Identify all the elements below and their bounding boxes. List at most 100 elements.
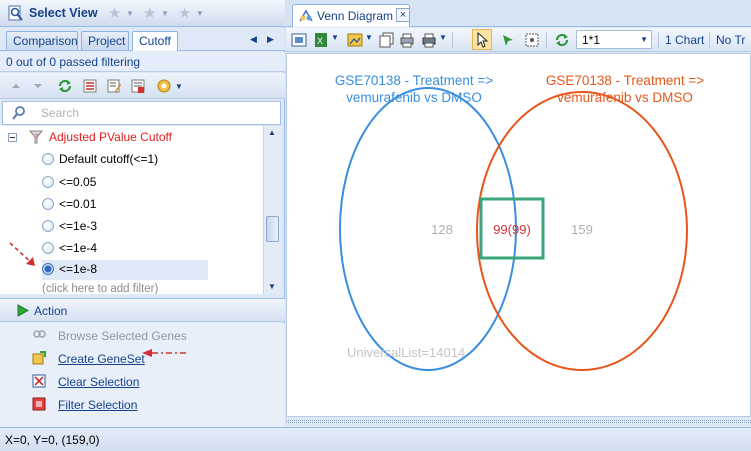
action-section-header[interactable]: Action bbox=[0, 298, 285, 322]
cutoff-option-1e-4[interactable]: <=1e-4 bbox=[42, 239, 208, 259]
left-set-title-line1: GSE70138 - Treatment => bbox=[335, 73, 493, 88]
cutoff-option-0.01[interactable]: <=0.01 bbox=[42, 195, 208, 215]
layout-select-value: 1*1 bbox=[582, 33, 601, 47]
play-icon bbox=[17, 304, 29, 317]
refresh-icon[interactable] bbox=[57, 78, 73, 94]
radio-button[interactable] bbox=[42, 176, 54, 188]
clear-selection-icon bbox=[32, 374, 46, 388]
search-input[interactable]: Search bbox=[41, 106, 79, 120]
left-set-circle[interactable] bbox=[339, 87, 517, 371]
move-up-icon[interactable] bbox=[8, 78, 24, 94]
right-set-title-line2: vemurafenib vs DMSO bbox=[557, 90, 693, 105]
cutoff-option-default[interactable]: Default cutoff(<=1) bbox=[42, 150, 208, 170]
tree-node-title[interactable]: Adjusted PValue Cutoff bbox=[49, 130, 172, 144]
pointer-icon[interactable] bbox=[474, 32, 490, 48]
export-image-icon[interactable] bbox=[347, 32, 363, 48]
star-icon[interactable]: ★ bbox=[108, 4, 121, 22]
collapse-icon[interactable] bbox=[8, 133, 17, 142]
chevron-down-icon[interactable]: ▼ bbox=[175, 82, 183, 91]
radio-button[interactable] bbox=[42, 153, 54, 165]
scroll-up-icon[interactable]: ▲ bbox=[268, 128, 276, 137]
venn-diagram[interactable]: GSE70138 - Treatment => vemurafenib vs D… bbox=[287, 54, 750, 416]
scroll-down-icon[interactable]: ▼ bbox=[268, 282, 276, 291]
filter-list-icon[interactable] bbox=[82, 78, 98, 94]
intersection-count[interactable]: 99(99) bbox=[493, 222, 531, 237]
zoom-region-icon[interactable] bbox=[524, 32, 540, 48]
status-bar: X=0, Y=0, (159,0) bbox=[0, 427, 751, 451]
left-toolbar: ▼ bbox=[0, 73, 285, 99]
select-tool-icon[interactable] bbox=[500, 32, 516, 48]
radio-button[interactable] bbox=[42, 198, 54, 210]
tab-scroll-right-icon[interactable]: ▶ bbox=[267, 34, 274, 45]
cutoff-option-1e-8[interactable]: <=1e-8 bbox=[42, 260, 208, 280]
canvas-splitter[interactable] bbox=[286, 417, 751, 427]
close-icon[interactable]: × bbox=[396, 8, 410, 22]
toolbar-separator bbox=[709, 32, 710, 48]
right-only-count[interactable]: 159 bbox=[571, 222, 593, 237]
chevron-down-icon[interactable]: ▼ bbox=[331, 33, 339, 42]
radio-button-selected[interactable] bbox=[42, 263, 54, 275]
action-section-title: Action bbox=[34, 304, 68, 318]
chart-count-button[interactable]: 1 Chart bbox=[665, 33, 704, 47]
annotation-arrow-icon bbox=[9, 242, 35, 266]
star-icon[interactable]: ★ bbox=[143, 4, 156, 22]
refresh-icon[interactable] bbox=[554, 32, 570, 48]
radio-button[interactable] bbox=[42, 242, 54, 254]
select-view-icon[interactable] bbox=[8, 5, 24, 22]
radio-button[interactable] bbox=[42, 220, 54, 232]
left-tab-strip: Comparison Project Cutoff ◀ ▶ bbox=[0, 28, 285, 51]
left-only-count[interactable]: 128 bbox=[431, 222, 453, 237]
print-icon[interactable] bbox=[421, 32, 437, 48]
layout-select[interactable]: 1*1 ▼ bbox=[576, 30, 652, 49]
add-filter-link[interactable]: (click here to add filter) bbox=[42, 283, 158, 294]
chevron-down-icon[interactable]: ▼ bbox=[365, 33, 373, 42]
cutoff-option-1e-3[interactable]: <=1e-3 bbox=[42, 217, 208, 237]
cutoff-tree: T Adjusted PValue Cutoff Default cutoff(… bbox=[0, 126, 263, 294]
delete-list-icon[interactable] bbox=[130, 78, 146, 94]
tab-comparison[interactable]: Comparison bbox=[6, 31, 78, 50]
svg-text:X: X bbox=[317, 36, 323, 46]
edit-list-icon[interactable] bbox=[106, 78, 122, 94]
create-geneset-link[interactable]: Create GeneSet bbox=[58, 352, 145, 366]
tab-project[interactable]: Project bbox=[81, 31, 129, 50]
create-geneset-icon bbox=[32, 351, 46, 365]
truncated-toolbar-button[interactable]: No Tr bbox=[716, 33, 745, 47]
select-view-bar: Select View ★ ▼ ★ ▼ ★ ▼ bbox=[0, 0, 285, 27]
copy-icon[interactable] bbox=[379, 32, 395, 48]
browse-genes-icon bbox=[33, 330, 46, 338]
scrollbar-thumb[interactable] bbox=[266, 216, 279, 242]
chevron-down-icon[interactable]: ▼ bbox=[161, 9, 169, 18]
clear-selection-link[interactable]: Clear Selection bbox=[58, 375, 139, 389]
print-preview-icon[interactable] bbox=[399, 32, 415, 48]
chevron-down-icon[interactable]: ▼ bbox=[126, 9, 134, 18]
cutoff-option-0.05[interactable]: <=0.05 bbox=[42, 173, 208, 193]
settings-icon[interactable] bbox=[156, 78, 172, 94]
export-excel-icon[interactable]: X bbox=[313, 32, 329, 48]
move-down-icon[interactable] bbox=[30, 78, 46, 94]
svg-text:T: T bbox=[35, 135, 39, 141]
status-text: X=0, Y=0, (159,0) bbox=[5, 433, 100, 447]
chevron-down-icon[interactable]: ▼ bbox=[439, 33, 447, 42]
filter-selection-icon bbox=[32, 397, 46, 411]
filter-selection-link[interactable]: Filter Selection bbox=[58, 398, 137, 412]
fit-chart-icon[interactable] bbox=[291, 32, 307, 48]
action-list: Browse Selected Genes Create GeneSet Cle… bbox=[0, 323, 285, 427]
tab-scroll-left-icon[interactable]: ◀ bbox=[250, 34, 257, 45]
filter-status-bar: 0 out of 0 passed filtering bbox=[0, 52, 285, 72]
search-box[interactable]: Search bbox=[2, 101, 281, 125]
select-view-label[interactable]: Select View bbox=[29, 6, 98, 20]
filter-status-text: 0 out of 0 passed filtering bbox=[6, 55, 141, 69]
star-icon[interactable]: ★ bbox=[178, 4, 191, 22]
browse-selected-genes-link[interactable]: Browse Selected Genes bbox=[58, 329, 187, 343]
chevron-down-icon[interactable]: ▼ bbox=[640, 35, 648, 44]
venn-canvas[interactable]: GSE70138 - Treatment => vemurafenib vs D… bbox=[286, 53, 751, 417]
funnel-icon: T bbox=[29, 130, 43, 144]
splitter-grip[interactable] bbox=[286, 420, 751, 423]
chevron-down-icon[interactable]: ▼ bbox=[196, 9, 204, 18]
annotation-arrow-icon bbox=[142, 349, 186, 357]
tree-scrollbar[interactable]: ▲ ▼ bbox=[263, 126, 281, 294]
left-panel: Select View ★ ▼ ★ ▼ ★ ▼ Comparison Proje… bbox=[0, 0, 285, 427]
tab-venn-diagram[interactable]: Venn Diagram × bbox=[292, 4, 410, 27]
document-tab-strip: Venn Diagram × bbox=[286, 0, 751, 27]
tab-cutoff[interactable]: Cutoff bbox=[132, 31, 178, 51]
